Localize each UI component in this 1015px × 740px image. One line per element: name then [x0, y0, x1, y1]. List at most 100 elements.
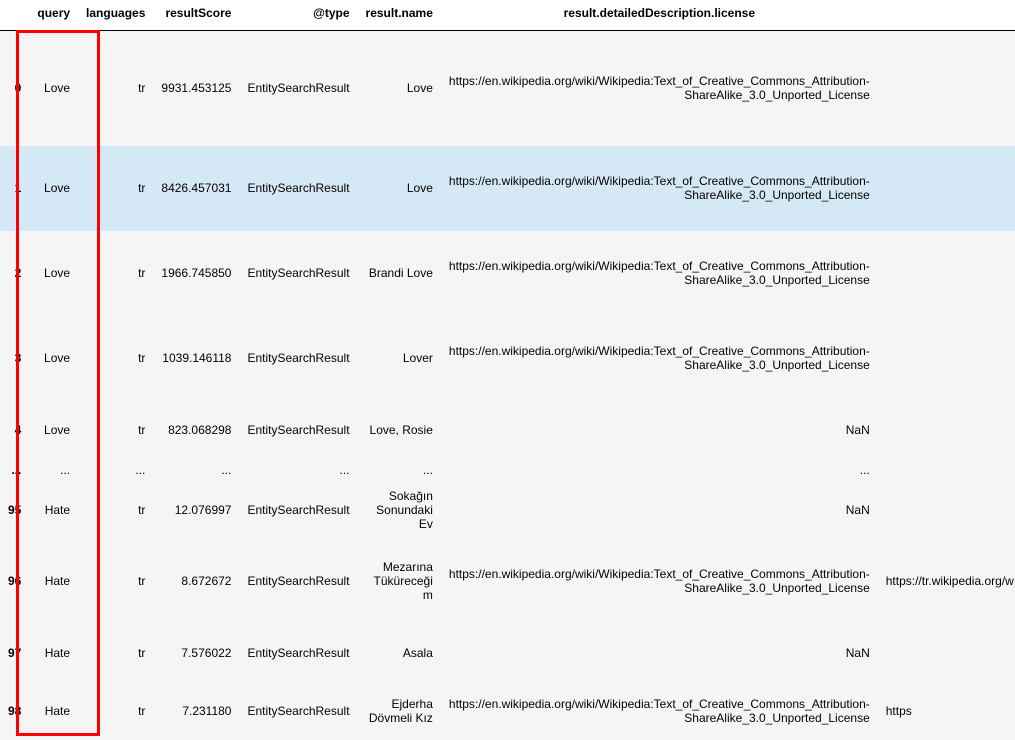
row-index: 1 — [0, 146, 29, 231]
row-index: 96 — [0, 539, 29, 624]
cell-extra: https — [878, 682, 1015, 740]
table-row: ..................... — [0, 459, 1015, 481]
table-container: query languages resultScore @type result… — [0, 0, 1015, 740]
table-row: 96Hatetr8.672672EntitySearchResultMezarı… — [0, 539, 1015, 624]
col-header-license: result.detailedDescription.license — [441, 0, 878, 31]
cell-languages: tr — [78, 31, 153, 146]
cell-license: https://en.wikipedia.org/wiki/Wikipedia:… — [441, 682, 878, 740]
table-row: 98Hatetr7.231180EntitySearchResultEjderh… — [0, 682, 1015, 740]
cell-query: Hate — [29, 682, 78, 740]
cell-type: EntitySearchResult — [239, 146, 357, 231]
cell-type: EntitySearchResult — [239, 401, 357, 459]
cell-license: NaN — [441, 481, 878, 539]
cell-languages: tr — [78, 401, 153, 459]
cell-query: Hate — [29, 624, 78, 682]
cell-name: Sokağın Sonundaki Ev — [358, 481, 441, 539]
cell-resultScore: 1039.146118 — [153, 316, 239, 401]
cell-license: https://en.wikipedia.org/wiki/Wikipedia:… — [441, 31, 878, 146]
cell-extra — [878, 624, 1015, 682]
row-index: 95 — [0, 481, 29, 539]
col-header-languages: languages — [78, 0, 153, 31]
col-header-resultname: result.name — [358, 0, 441, 31]
header-row: query languages resultScore @type result… — [0, 0, 1015, 31]
cell-name: Love — [358, 31, 441, 146]
cell-name: Brandi Love — [358, 231, 441, 316]
cell-type: EntitySearchResult — [239, 682, 357, 740]
cell-extra — [878, 231, 1015, 316]
cell-languages: tr — [78, 624, 153, 682]
cell-extra — [878, 401, 1015, 459]
cell-query: Love — [29, 316, 78, 401]
data-table: query languages resultScore @type result… — [0, 0, 1015, 740]
col-header-index — [0, 0, 29, 31]
table-row: 97Hatetr7.576022EntitySearchResultAsalaN… — [0, 624, 1015, 682]
cell-languages: tr — [78, 146, 153, 231]
cell-resultScore: 1966.745850 — [153, 231, 239, 316]
cell-resultScore: 7.231180 — [153, 682, 239, 740]
cell-license: https://en.wikipedia.org/wiki/Wikipedia:… — [441, 316, 878, 401]
cell-license: NaN — [441, 624, 878, 682]
cell-resultScore: 7.576022 — [153, 624, 239, 682]
cell-type: EntitySearchResult — [239, 624, 357, 682]
cell-extra — [878, 31, 1015, 146]
cell-query: Hate — [29, 539, 78, 624]
cell-name: Lover — [358, 316, 441, 401]
cell-name: ... — [358, 459, 441, 481]
cell-type: EntitySearchResult — [239, 316, 357, 401]
col-header-resultscore: resultScore — [153, 0, 239, 31]
cell-resultScore: 823.068298 — [153, 401, 239, 459]
row-index: 0 — [0, 31, 29, 146]
cell-license: ... — [441, 459, 878, 481]
row-index: 4 — [0, 401, 29, 459]
cell-query: Love — [29, 401, 78, 459]
cell-license: https://en.wikipedia.org/wiki/Wikipedia:… — [441, 146, 878, 231]
cell-languages: tr — [78, 316, 153, 401]
cell-extra — [878, 146, 1015, 231]
cell-query: ... — [29, 459, 78, 481]
col-header-query: query — [29, 0, 78, 31]
cell-query: Love — [29, 231, 78, 316]
cell-name: Mezarına Tüküreceğim — [358, 539, 441, 624]
cell-languages: tr — [78, 231, 153, 316]
cell-languages: tr — [78, 682, 153, 740]
col-header-extra — [878, 0, 1015, 31]
cell-type: ... — [239, 459, 357, 481]
cell-extra — [878, 316, 1015, 401]
cell-query: Love — [29, 31, 78, 146]
cell-name: Love — [358, 146, 441, 231]
cell-type: EntitySearchResult — [239, 481, 357, 539]
table-row: 2Lovetr1966.745850EntitySearchResultBran… — [0, 231, 1015, 316]
row-index: 97 — [0, 624, 29, 682]
table-row: 1Lovetr8426.457031EntitySearchResultLove… — [0, 146, 1015, 231]
cell-extra — [878, 481, 1015, 539]
row-index: 2 — [0, 231, 29, 316]
row-index: 3 — [0, 316, 29, 401]
cell-resultScore: 8426.457031 — [153, 146, 239, 231]
cell-type: EntitySearchResult — [239, 31, 357, 146]
cell-extra — [878, 459, 1015, 481]
cell-name: Love, Rosie — [358, 401, 441, 459]
cell-name: Asala — [358, 624, 441, 682]
cell-license: NaN — [441, 401, 878, 459]
cell-languages: tr — [78, 481, 153, 539]
cell-resultScore: ... — [153, 459, 239, 481]
cell-name: Ejderha Dövmeli Kız — [358, 682, 441, 740]
row-index: ... — [0, 459, 29, 481]
cell-resultScore: 8.672672 — [153, 539, 239, 624]
cell-languages: tr — [78, 539, 153, 624]
col-header-type: @type — [239, 0, 357, 31]
cell-query: Love — [29, 146, 78, 231]
cell-license: https://en.wikipedia.org/wiki/Wikipedia:… — [441, 231, 878, 316]
cell-type: EntitySearchResult — [239, 539, 357, 624]
table-row: 95Hatetr12.076997EntitySearchResultSokağ… — [0, 481, 1015, 539]
cell-query: Hate — [29, 481, 78, 539]
cell-resultScore: 9931.453125 — [153, 31, 239, 146]
table-row: 3Lovetr1039.146118EntitySearchResultLove… — [0, 316, 1015, 401]
table-row: 4Lovetr823.068298EntitySearchResultLove,… — [0, 401, 1015, 459]
row-index: 98 — [0, 682, 29, 740]
cell-resultScore: 12.076997 — [153, 481, 239, 539]
cell-extra: https://tr.wikipedia.org/w — [878, 539, 1015, 624]
cell-type: EntitySearchResult — [239, 231, 357, 316]
table-row: 0Lovetr9931.453125EntitySearchResultLove… — [0, 31, 1015, 146]
cell-languages: ... — [78, 459, 153, 481]
